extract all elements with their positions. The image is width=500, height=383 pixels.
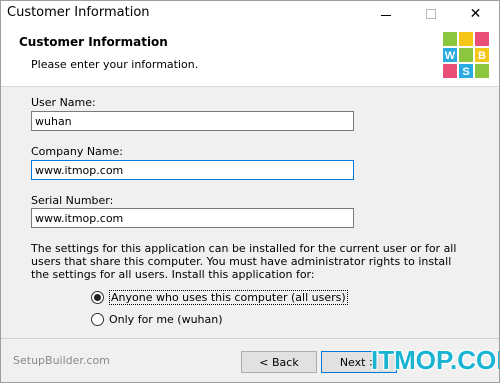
close-icon: ✕: [469, 6, 482, 22]
setupbuilder-brand: SetupBuilder.com: [13, 354, 110, 367]
radio-all-users-button[interactable]: [91, 291, 104, 304]
logo-letter-b: B: [478, 50, 486, 62]
logo-letter-w: W: [445, 50, 456, 62]
window-title: Customer Information: [7, 5, 150, 20]
radio-only-me[interactable]: Only for me (wuhan): [91, 313, 223, 326]
maximize-button: [408, 1, 453, 27]
radio-only-me-label[interactable]: Only for me (wuhan): [109, 313, 223, 326]
company-name-label: Company Name:: [31, 145, 123, 158]
user-name-input[interactable]: wuhan: [31, 111, 354, 131]
form-area: User Name: wuhan Company Name: www.itmop…: [1, 88, 499, 338]
company-name-input[interactable]: www.itmop.com: [31, 160, 354, 180]
radio-all-users-label[interactable]: Anyone who uses this computer (all users…: [109, 290, 348, 305]
serial-number-label: Serial Number:: [31, 194, 114, 207]
title-bar[interactable]: Customer Information ✕: [1, 1, 499, 27]
page-title: Customer Information: [19, 35, 168, 49]
logo-letter-s: S: [462, 66, 469, 78]
page-subtitle: Please enter your information.: [31, 58, 199, 71]
install-scope-description: The settings for this application can be…: [31, 242, 457, 281]
serial-number-input[interactable]: www.itmop.com: [31, 208, 354, 228]
wizard-header: Customer Information Please enter your i…: [1, 27, 499, 87]
maximize-icon: [425, 9, 436, 19]
minimize-icon: [380, 14, 391, 16]
radio-only-me-button[interactable]: [91, 313, 104, 326]
close-button[interactable]: ✕: [453, 1, 498, 27]
minimize-button[interactable]: [363, 1, 408, 27]
footer-divider: [1, 338, 499, 339]
radio-all-users[interactable]: Anyone who uses this computer (all users…: [91, 290, 348, 305]
setup-window: Customer Information ✕ Customer Informat…: [0, 0, 500, 383]
user-name-label: User Name:: [31, 96, 96, 109]
wbs-cube-logo-icon: W B S: [443, 32, 489, 78]
back-button[interactable]: < Back: [241, 351, 317, 373]
itmop-watermark: ITMOP.COM: [371, 345, 499, 375]
